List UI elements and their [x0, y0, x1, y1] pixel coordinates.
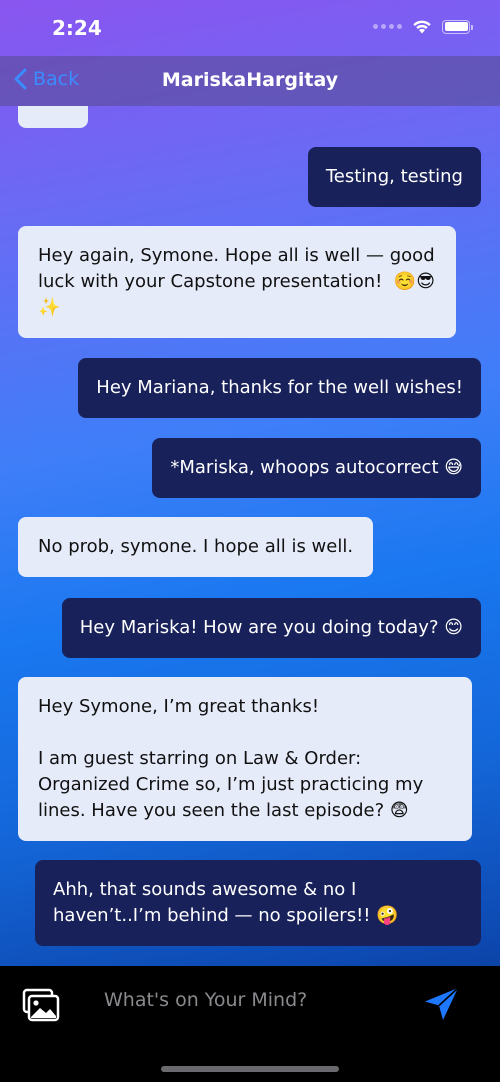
photo-picker-button[interactable]: [22, 988, 60, 1022]
message-bubble-incoming: No prob, symone. I hope all is well.: [18, 517, 374, 577]
status-icons: [373, 19, 473, 34]
send-button[interactable]: [422, 984, 462, 1024]
message-bubble-incoming: Hey Symone, I’m great thanks! I am guest…: [18, 677, 472, 841]
status-bar: 2:24: [0, 0, 500, 56]
conversation-title: MariskaHargitay: [161, 69, 339, 91]
navigation-bar: Back MariskaHargitay: [0, 56, 500, 106]
message-composer: [0, 966, 500, 1082]
message-bubble-incoming: Hey again, Symone. Hope all is well — go…: [18, 226, 456, 338]
battery-icon: [442, 19, 473, 34]
message-bubble-outgoing: Ahh, that sounds awesome & no I haven’t.…: [35, 860, 481, 946]
status-time: 2:24: [52, 16, 102, 40]
home-indicator: [161, 1066, 339, 1072]
message-input[interactable]: [104, 982, 394, 1018]
chat-screen: 2:24 Back MariskaHargitay Testing, testi…: [0, 0, 500, 1082]
message-bubble-outgoing: Testing, testing: [307, 147, 481, 207]
message-bubble-outgoing: *Mariska, whoops autocorrect 😅: [152, 438, 481, 498]
photo-library-icon: [22, 988, 60, 1022]
message-list[interactable]: Testing, testing Hey again, Symone. Hope…: [0, 106, 500, 966]
wifi-icon: [413, 20, 431, 34]
signal-dots-icon: [373, 24, 402, 29]
message-bubble-incoming: [18, 106, 88, 128]
send-icon: [425, 987, 459, 1020]
message-bubble-outgoing: Hey Mariana, thanks for the well wishes!: [78, 358, 481, 418]
message-bubble-outgoing: Hey Mariska! How are you doing today? 😊: [61, 598, 481, 658]
